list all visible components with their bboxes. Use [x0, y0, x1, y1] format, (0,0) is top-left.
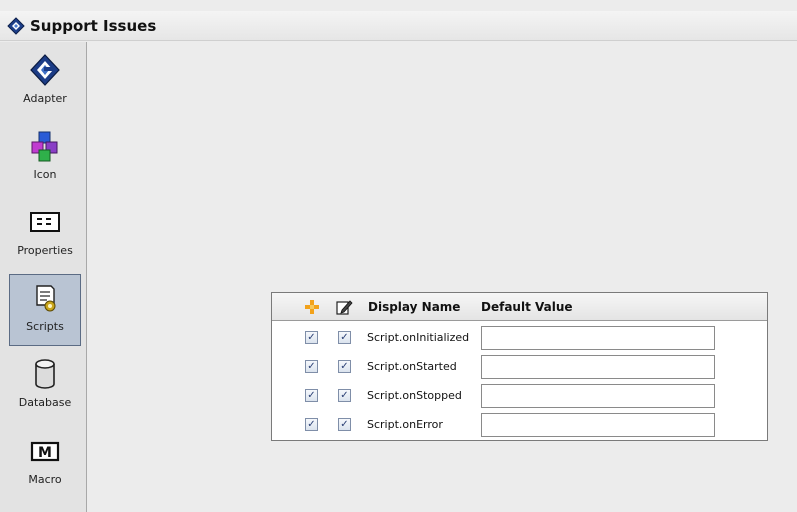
sidebar: Adapter Icon Properties Scripts Database… — [0, 42, 87, 512]
edit-icon[interactable] — [335, 293, 353, 321]
table-row: ✓ ✓ Script.onInitialized — [272, 323, 767, 352]
editable-checkbox[interactable]: ✓ — [338, 418, 351, 431]
script-icon — [28, 281, 62, 315]
sidebar-item-icon[interactable]: Icon — [9, 123, 81, 195]
sidebar-item-label: Properties — [17, 244, 73, 257]
scripts-table: Display Name Default Value ✓ ✓ Script.on… — [271, 292, 768, 441]
default-value-input[interactable] — [481, 355, 715, 379]
sidebar-item-label: Icon — [33, 168, 57, 181]
database-icon — [28, 357, 62, 391]
title-bar: Support Issues — [0, 11, 797, 41]
app-window: Support Issues Adapter Icon Properties S… — [0, 0, 797, 512]
enabled-checkbox[interactable]: ✓ — [305, 331, 318, 344]
sidebar-item-database[interactable]: Database — [9, 351, 81, 423]
header-default-value[interactable]: Default Value — [481, 293, 573, 321]
macro-icon: M — [28, 434, 62, 468]
adapter-icon — [28, 53, 62, 87]
editable-checkbox[interactable]: ✓ — [338, 331, 351, 344]
enabled-checkbox[interactable]: ✓ — [305, 360, 318, 373]
main-panel — [88, 42, 797, 512]
svg-text:M: M — [38, 445, 52, 461]
add-icon[interactable] — [303, 293, 321, 321]
display-name-cell: Script.onStopped — [367, 389, 462, 402]
table-header: Display Name Default Value — [272, 293, 767, 321]
sidebar-item-adapter[interactable]: Adapter — [9, 47, 81, 119]
table-row: ✓ ✓ Script.onStarted — [272, 352, 767, 381]
sidebar-item-properties[interactable]: Properties — [9, 199, 81, 271]
table-row: ✓ ✓ Script.onStopped — [272, 381, 767, 410]
sidebar-item-macro[interactable]: M Macro — [9, 428, 81, 500]
properties-icon — [28, 205, 62, 239]
sidebar-item-label: Scripts — [26, 320, 64, 333]
sidebar-item-label: Macro — [28, 473, 62, 486]
sidebar-item-scripts[interactable]: Scripts — [9, 274, 81, 346]
default-value-input[interactable] — [481, 384, 715, 408]
sidebar-item-label: Adapter — [23, 92, 67, 105]
display-name-cell: Script.onError — [367, 418, 443, 431]
editable-checkbox[interactable]: ✓ — [338, 360, 351, 373]
display-name-cell: Script.onInitialized — [367, 331, 470, 344]
default-value-input[interactable] — [481, 326, 715, 350]
header-display-name[interactable]: Display Name — [368, 293, 460, 321]
default-value-input[interactable] — [481, 413, 715, 437]
display-name-cell: Script.onStarted — [367, 360, 457, 373]
editable-checkbox[interactable]: ✓ — [338, 389, 351, 402]
enabled-checkbox[interactable]: ✓ — [305, 389, 318, 402]
table-row: ✓ ✓ Script.onError — [272, 410, 767, 439]
sidebar-item-label: Database — [18, 396, 72, 409]
enabled-checkbox[interactable]: ✓ — [305, 418, 318, 431]
puzzle-icon — [28, 129, 62, 163]
app-logo-icon — [6, 16, 26, 36]
window-title: Support Issues — [30, 16, 157, 35]
